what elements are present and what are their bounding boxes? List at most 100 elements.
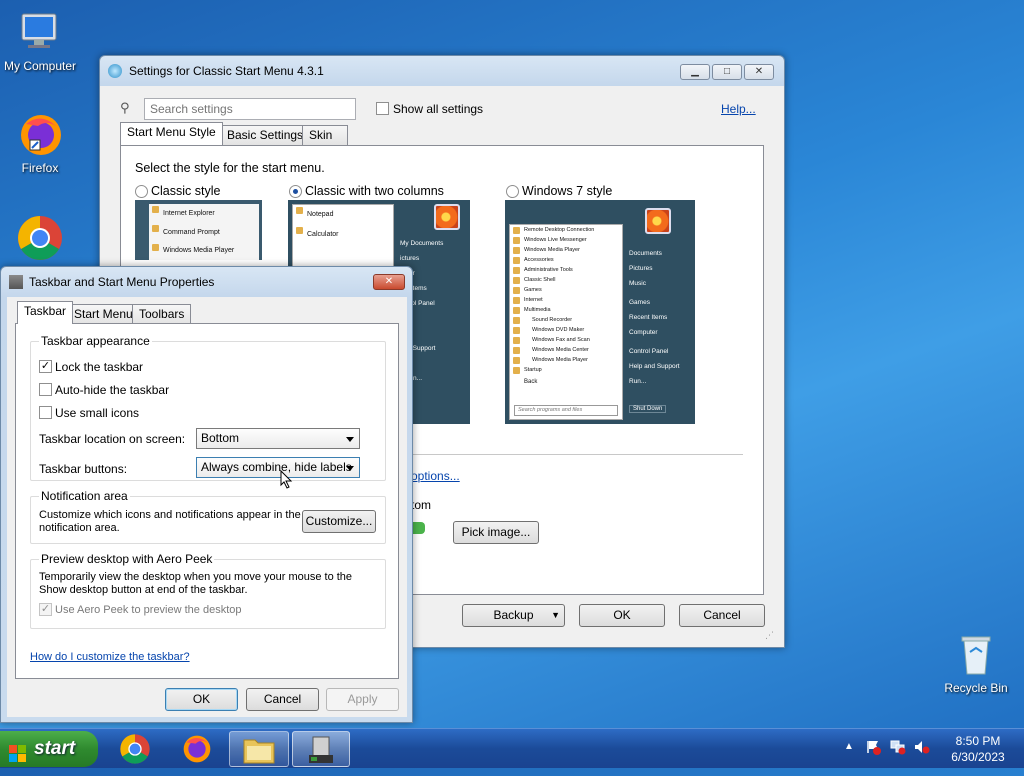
start-button[interactable]: start [0,731,98,767]
backup-button[interactable]: Backup ▼ [462,604,565,627]
tab-toolbars[interactable]: Toolbars [132,304,192,324]
radio-classic-style[interactable] [135,185,148,198]
recycle-bin-icon [952,630,1000,678]
taskbar-explorer-button[interactable] [229,731,289,767]
cancel-button[interactable]: Cancel [246,688,319,711]
preview-right-item: ictures [400,255,420,262]
cancel-button[interactable]: Cancel [679,604,765,627]
windows7-style-label: Windows 7 style [522,184,613,198]
taskbar-properties-titlebar[interactable]: Taskbar and Start Menu Properties [1,267,412,297]
ok-button[interactable]: OK [165,688,238,711]
classic-style-label: Classic style [151,184,221,198]
tab-taskbar[interactable]: Taskbar [17,301,74,324]
preview-right-item: Music [629,280,646,287]
network-icon[interactable] [890,739,906,755]
tab-start-menu-style[interactable]: Start Menu Style [120,122,223,145]
window-title: Settings for Classic Start Menu 4.3.1 [129,64,324,78]
search-input[interactable] [144,98,356,120]
tab-skin[interactable]: Skin [302,125,348,145]
radio-windows7-style[interactable] [506,185,519,198]
show-hidden-icons-icon[interactable]: ▲ [844,741,854,752]
help-link[interactable]: Help... [721,102,756,116]
location-value: Bottom [201,431,240,445]
preview-right-item: Games [629,299,650,306]
preview-item: Remote Desktop Connection [510,225,622,235]
group-legend: Preview desktop with Aero Peek [39,552,215,566]
preview-item: Notepad [293,205,393,225]
taskbar-tab-panel: Taskbar appearance ✓ Lock the taskbar Au… [15,323,399,679]
resize-grip-icon[interactable]: ⋰ [765,630,774,641]
location-select[interactable]: Bottom [196,428,360,449]
preview-right-item: Recent Items [629,314,668,321]
computer-icon [16,8,64,56]
chevron-down-icon [346,466,354,471]
preview-shutdown: Shut Down [629,405,667,413]
preview-item: Windows Media Player [149,242,259,260]
classic-style-preview[interactable]: Internet Explorer Command Prompt Windows… [135,200,262,260]
action-center-icon[interactable] [866,739,882,755]
lock-taskbar-label: Lock the taskbar [55,360,144,374]
group-legend: Taskbar appearance [39,334,152,348]
close-button[interactable]: ✕ [373,274,405,290]
dropdown-arrow-icon: ▼ [551,610,560,620]
preview-item: Games [510,285,622,295]
clock[interactable]: 8:50 PM 6/30/2023 [938,733,1018,765]
taskbar-chrome-button[interactable] [112,731,158,767]
apply-button[interactable]: Apply [326,688,399,711]
taskbar-firefox-button[interactable] [174,731,220,767]
tab-basic-settings[interactable]: Basic Settings [220,125,311,145]
system-tray: ▲ 8:50 PM 6/30/2023 [834,729,1024,769]
pick-image-button[interactable]: Pick image... [453,521,539,544]
taskbar-properties-button[interactable] [292,731,350,767]
aero-peek-text: Temporarily view the desktop when you mo… [39,571,353,596]
autohide-label: Auto-hide the taskbar [55,383,170,397]
clock-time: 8:50 PM [955,734,1001,748]
folder-icon [243,739,275,764]
radio-classic-two-columns[interactable] [289,185,302,198]
lock-taskbar-checkbox[interactable]: ✓ [39,360,52,373]
aero-peek-label: Use Aero Peek to preview the desktop [55,604,242,616]
mouse-cursor-icon [280,470,293,489]
separator [411,454,743,455]
tab-start-menu[interactable]: Start Menu [67,304,140,324]
aero-peek-checkbox[interactable]: ✓ [39,603,52,616]
chrome-icon [120,734,150,764]
preview-right-item: Pictures [629,265,653,272]
desktop-icon-label: My Computer [3,59,77,73]
preview-item: Calculator [293,225,393,245]
ok-button[interactable]: OK [579,604,665,627]
small-icons-checkbox[interactable] [39,406,52,419]
desktop-icon-firefox[interactable]: Firefox [0,110,80,175]
firefox-icon [16,110,64,158]
options-link[interactable]: options... [411,469,460,483]
backup-label: Backup [493,608,534,622]
preview-item: Accessories [510,255,622,265]
preview-right-item: Documents [629,250,662,257]
buttons-select[interactable]: Always combine, hide labels [196,457,360,478]
preview-item: Windows Media Player [510,355,622,365]
buttons-label: Taskbar buttons: [39,462,128,476]
customize-help-link[interactable]: How do I customize the taskbar? [30,651,190,663]
volume-icon[interactable] [914,739,930,755]
desktop-icon-recycle-bin[interactable]: Recycle Bin [936,630,1016,695]
maximize-button[interactable]: □ [712,64,742,80]
close-button[interactable]: ✕ [744,64,774,80]
chevron-down-icon [346,437,354,442]
show-all-checkbox[interactable] [376,102,389,115]
preview-item: Windows Media Center [510,345,622,355]
customize-button[interactable]: Customize... [302,510,376,533]
preview-item: Startup [510,365,622,375]
windows7-preview[interactable]: Remote Desktop Connection Windows Live M… [505,200,695,424]
desktop-icon-chrome[interactable] [0,214,80,265]
autohide-checkbox[interactable] [39,383,52,396]
desktop-icon-my-computer[interactable]: My Computer [0,8,80,73]
preview-search: Search programs and files [514,405,618,416]
select-prompt: Select the style for the start menu. [135,161,325,175]
minimize-button[interactable]: ▁ [680,64,710,80]
chrome-icon [16,214,64,262]
buttons-value: Always combine, hide labels [201,460,352,474]
preview-item: Classic Shell [510,275,622,285]
preview-right-item: Run... [629,378,647,385]
group-legend: Notification area [39,489,130,503]
user-picture [434,204,460,230]
